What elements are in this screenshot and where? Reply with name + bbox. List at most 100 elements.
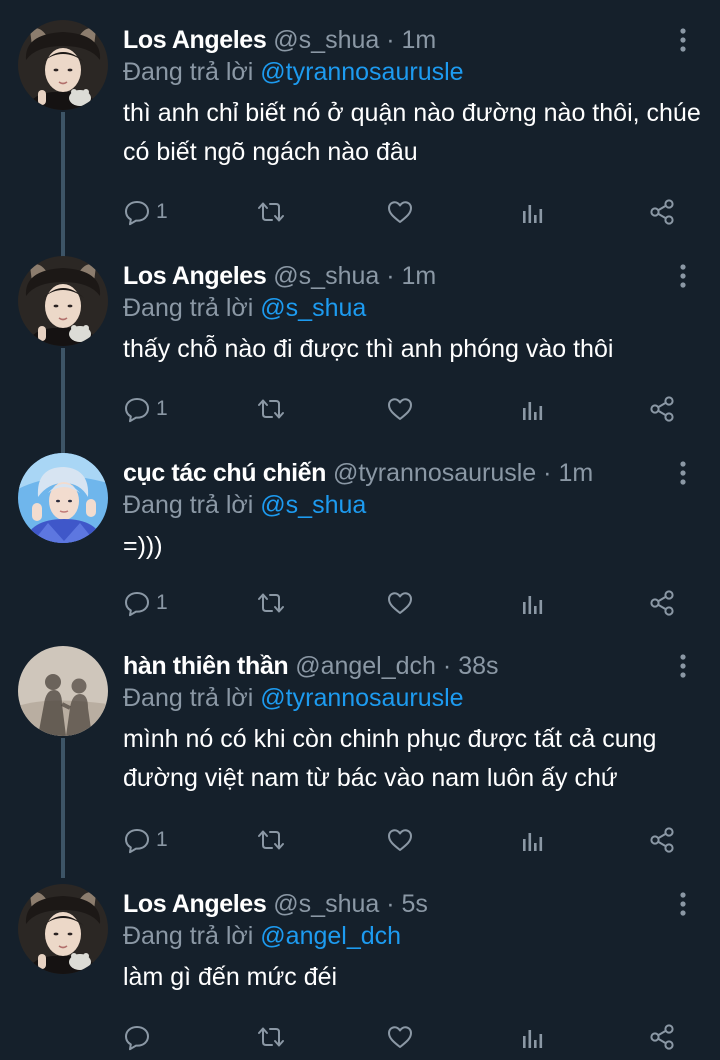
user-photo-icon [18,884,108,974]
timestamp[interactable]: 1m [558,459,593,487]
separator-dot: · [386,890,395,918]
thread-connector-line [61,738,65,878]
analytics-icon [523,833,543,851]
user-handle[interactable]: @angel_dch [295,652,436,680]
replying-to-link[interactable]: @tyrannosaurusle [260,684,463,712]
tweet[interactable]: hàn thiên thần @angel_dch · 38s Đang trả… [0,646,720,878]
more-options-icon[interactable] [674,262,692,290]
user-handle[interactable]: @s_shua [273,890,379,918]
replying-to: Đang trả lời @tyrannosaurusle [123,56,464,88]
tweet-text: =))) [123,532,163,560]
tweet-header: Los Angeles @s_shua · 1m [123,260,436,292]
retweet-icon [258,1027,284,1047]
retweet-button[interactable] [256,1021,286,1053]
conversation-thread: Los Angeles @s_shua · 1m Đang trả lời @t… [0,0,720,1060]
display-name[interactable]: cục tác chú chiến [123,459,326,487]
reply-count: 1 [156,397,168,420]
replying-to-link[interactable]: @s_shua [260,294,366,322]
reply-button[interactable]: 1 [123,587,168,619]
replying-to-label: Đang trả lời [123,491,254,519]
replying-to-label: Đang trả lời [123,58,254,86]
more-options-icon[interactable] [674,26,692,54]
tweet-actions [0,1021,720,1053]
user-photo-icon [18,646,108,736]
like-button[interactable] [386,587,414,619]
user-photo-icon [18,256,108,346]
tweet-header: hàn thiên thần @angel_dch · 38s [123,650,499,682]
retweet-button[interactable] [256,824,286,856]
timestamp[interactable]: 1m [402,26,437,54]
replying-to-link[interactable]: @tyrannosaurusle [260,58,463,86]
tweet-header: Los Angeles @s_shua · 5s [123,888,428,920]
heart-icon [388,829,412,851]
reply-button[interactable] [123,1021,156,1053]
reply-button[interactable]: 1 [123,196,168,228]
analytics-button[interactable] [518,196,546,228]
analytics-button[interactable] [518,393,546,425]
timestamp[interactable]: 1m [402,262,437,290]
analytics-button[interactable] [518,1021,546,1053]
share-icon [650,396,674,422]
tweet-actions: 1 [0,393,720,425]
heart-icon [388,592,412,614]
user-handle[interactable]: @tyrannosaurusle [333,459,536,487]
tweet[interactable]: Los Angeles @s_shua · 1m Đang trả lời @s… [0,256,720,462]
tweet-actions: 1 [0,824,720,856]
retweet-button[interactable] [256,393,286,425]
display-name[interactable]: hàn thiên thần [123,652,289,680]
timestamp[interactable]: 38s [458,652,498,680]
reply-icon [125,829,149,854]
retweet-icon [258,830,284,850]
tweet[interactable]: cục tác chú chiến @tyrannosaurusle · 1m … [0,453,720,643]
user-photo-icon [18,453,108,543]
tweet[interactable]: Los Angeles @s_shua · 1m Đang trả lời @t… [0,20,720,258]
display-name[interactable]: Los Angeles [123,26,267,54]
tweet-header: Los Angeles @s_shua · 1m [123,24,436,56]
more-options-icon[interactable] [674,890,692,918]
share-button[interactable] [648,824,678,856]
avatar[interactable] [18,256,108,346]
user-handle[interactable]: @s_shua [273,26,379,54]
reply-button[interactable]: 1 [123,393,168,425]
share-icon [650,827,674,853]
reply-count: 1 [156,591,168,614]
analytics-button[interactable] [518,587,546,619]
share-button[interactable] [648,196,678,228]
reply-button[interactable]: 1 [123,824,168,856]
avatar[interactable] [18,884,108,974]
analytics-icon [523,402,543,420]
display-name[interactable]: Los Angeles [123,890,267,918]
heart-icon [388,1026,412,1048]
reply-count: 1 [156,828,168,851]
display-name[interactable]: Los Angeles [123,262,267,290]
retweet-icon [258,202,284,222]
separator-dot: · [442,652,452,680]
replying-to-link[interactable]: @s_shua [260,491,366,519]
share-button[interactable] [648,587,678,619]
reply-icon [125,201,149,226]
more-options-icon[interactable] [674,652,692,680]
like-button[interactable] [386,824,414,856]
separator-dot: · [386,26,395,54]
retweet-button[interactable] [256,196,286,228]
more-options-icon[interactable] [674,459,692,487]
retweet-button[interactable] [256,587,286,619]
analytics-button[interactable] [518,824,546,856]
like-button[interactable] [386,1021,414,1053]
share-button[interactable] [648,393,678,425]
like-button[interactable] [386,196,414,228]
avatar[interactable] [18,453,108,543]
avatar[interactable] [18,20,108,110]
share-button[interactable] [648,1021,678,1053]
tweet[interactable]: Los Angeles @s_shua · 5s Đang trả lời @a… [0,884,720,1060]
replying-to-link[interactable]: @angel_dch [260,922,401,950]
reply-icon [125,592,149,617]
separator-dot: · [386,262,395,290]
avatar[interactable] [18,646,108,736]
timestamp[interactable]: 5s [402,890,428,918]
like-button[interactable] [386,393,414,425]
retweet-icon [258,399,284,419]
user-handle[interactable]: @s_shua [273,262,379,290]
replying-to: Đang trả lời @tyrannosaurusle [123,682,464,714]
reply-icon [125,1026,149,1051]
